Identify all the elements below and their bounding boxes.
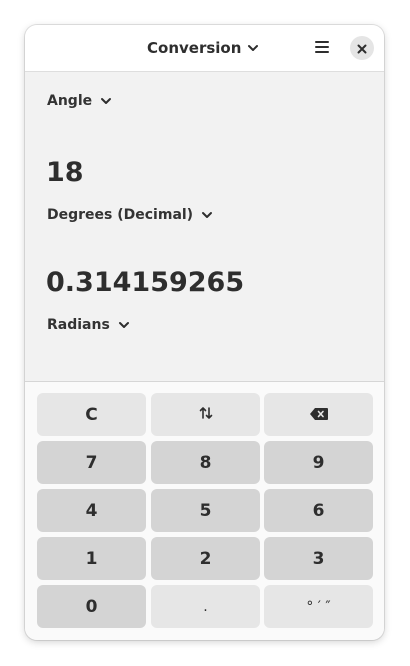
mode-title: Conversion [147,39,242,57]
hamburger-menu-icon [314,39,330,58]
backspace-icon [309,405,328,425]
swap-units-button[interactable] [151,393,260,436]
clear-button[interactable]: C [37,393,146,436]
decimal-point-button[interactable]: . [151,585,260,628]
key-4[interactable]: 4 [37,489,146,532]
category-label: Angle [47,93,93,109]
from-unit-label: Degrees (Decimal) [47,207,194,223]
chevron-down-icon [247,42,259,54]
chevron-down-icon [201,209,213,221]
key-6[interactable]: 6 [264,489,373,532]
key-5[interactable]: 5 [151,489,260,532]
mode-selector-button[interactable]: Conversion [147,35,259,61]
close-icon [357,39,367,58]
key-3[interactable]: 3 [264,537,373,580]
from-unit-dropdown[interactable]: Degrees (Decimal) [47,204,213,226]
key-0[interactable]: 0 [37,585,146,628]
to-unit-dropdown[interactable]: Radians [47,314,130,336]
backspace-button[interactable] [264,393,373,436]
key-2[interactable]: 2 [151,537,260,580]
to-value-display[interactable]: 0.314159265 [46,267,244,298]
to-unit-label: Radians [47,317,110,333]
key-1[interactable]: 1 [37,537,146,580]
keypad: C 7 8 9 4 5 6 1 2 3 0 . ° ′ ″ [25,382,384,640]
degree-minute-second-button[interactable]: ° ′ ″ [264,585,373,628]
from-value-display[interactable]: 18 [46,157,84,188]
category-dropdown[interactable]: Angle [47,90,112,112]
key-7[interactable]: 7 [37,441,146,484]
key-8[interactable]: 8 [151,441,260,484]
close-button[interactable] [350,36,374,60]
main-menu-button[interactable] [309,36,335,60]
header-bar: Conversion [25,25,384,72]
key-9[interactable]: 9 [264,441,373,484]
swap-vertical-icon [199,405,213,425]
chevron-down-icon [100,95,112,107]
conversion-window: Conversion Angle 18 Degrees (Decimal) 0.… [25,25,384,640]
chevron-down-icon [118,319,130,331]
